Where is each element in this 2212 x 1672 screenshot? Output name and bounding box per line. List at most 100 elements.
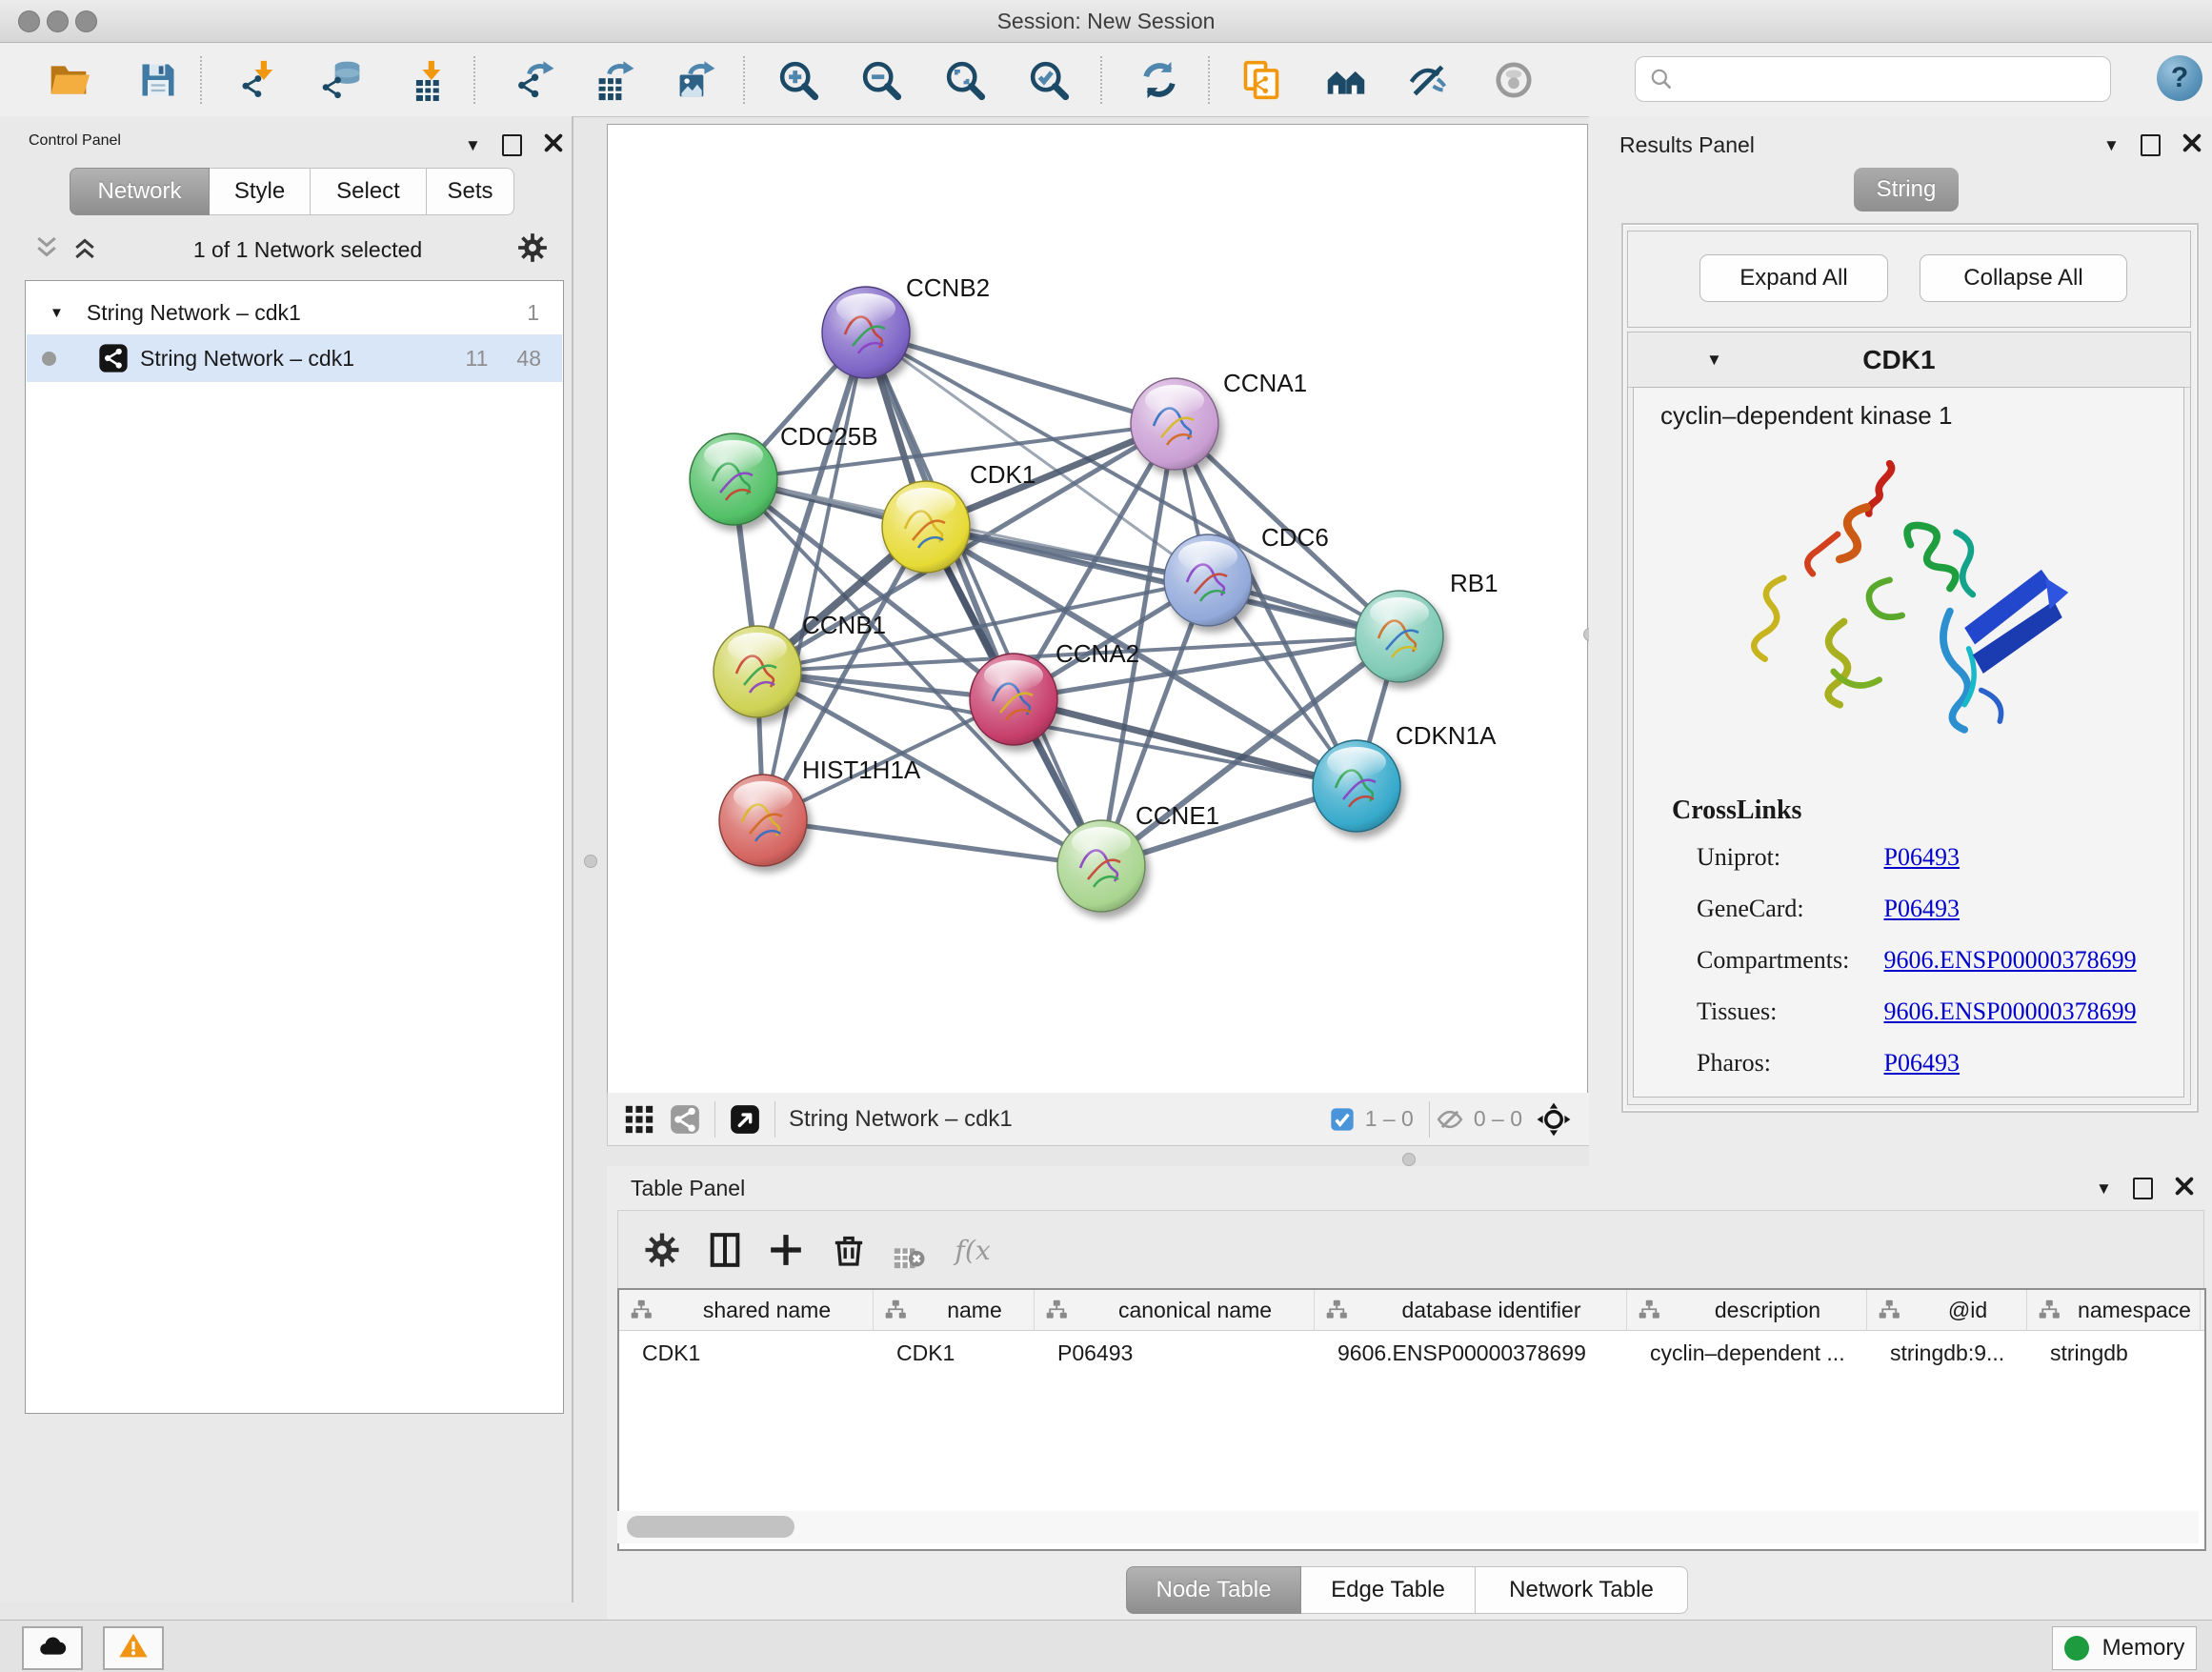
network-node-CCNB2[interactable] — [822, 287, 910, 378]
zoom-in-icon[interactable] — [772, 53, 825, 107]
tab-node-table[interactable]: Node Table — [1126, 1566, 1301, 1614]
column-header-shared-name[interactable]: shared name — [619, 1290, 874, 1330]
network-node-CCNE1[interactable] — [1057, 820, 1145, 912]
tab-select[interactable]: Select — [311, 168, 427, 215]
crosslink-value[interactable]: 9606.ENSP00000378699 — [1884, 946, 2137, 974]
column-header-description[interactable]: description — [1627, 1290, 1867, 1330]
network-share-icon[interactable] — [669, 1103, 701, 1136]
save-session-icon[interactable] — [131, 53, 185, 107]
zoom-out-icon[interactable] — [855, 53, 908, 107]
panel-menu-icon[interactable]: ▼ — [465, 137, 481, 153]
network-node-CDC25B[interactable] — [690, 433, 777, 525]
open-session-icon[interactable] — [42, 53, 95, 107]
tab-style[interactable]: Style — [210, 168, 311, 215]
selected-checkbox-icon[interactable] — [1329, 1106, 1356, 1133]
table-row[interactable]: CDK1CDK1P064939606.ENSP00000378699cyclin… — [619, 1331, 2204, 1375]
node-label-CDC6: CDC6 — [1261, 523, 1329, 552]
tab-edge-table[interactable]: Edge Table — [1301, 1566, 1476, 1614]
refresh-icon[interactable] — [1133, 53, 1186, 107]
zoom-fit-icon[interactable] — [938, 53, 992, 107]
gear-icon[interactable] — [643, 1231, 681, 1269]
crosslink-label: Tissues: — [1697, 997, 1878, 1026]
warning-button[interactable] — [103, 1626, 164, 1670]
birdseye-icon[interactable] — [729, 1103, 761, 1136]
cloud-button[interactable] — [22, 1626, 83, 1670]
crosslink-value[interactable]: P06493 — [1884, 895, 1960, 922]
import-network-icon[interactable] — [231, 53, 285, 107]
column-header--id[interactable]: @id — [1867, 1290, 2027, 1330]
crosslink-value[interactable]: P06493 — [1884, 1049, 1960, 1077]
collapse-all-button[interactable]: Collapse All — [1920, 254, 2127, 302]
import-database-icon[interactable] — [315, 53, 369, 107]
columns-icon[interactable] — [706, 1231, 744, 1269]
crosslink-row: Uniprot: P06493 — [1697, 843, 1960, 872]
table-menu-icon[interactable]: ▼ — [2096, 1180, 2112, 1197]
expand-all-button[interactable]: Expand All — [1699, 254, 1888, 302]
tab-network[interactable]: Network — [70, 168, 210, 215]
results-menu-icon[interactable]: ▼ — [2103, 137, 2120, 153]
memory-button[interactable]: Memory — [2052, 1626, 2197, 1670]
scrollbar-thumb[interactable] — [627, 1516, 794, 1538]
crosslink-value[interactable]: P06493 — [1884, 843, 1960, 871]
clone-network-icon[interactable] — [1235, 53, 1288, 107]
export-image-icon[interactable] — [670, 53, 723, 107]
import-table-icon[interactable] — [399, 53, 452, 107]
grid-view-icon[interactable] — [623, 1103, 655, 1136]
node-label-CDC25B: CDC25B — [780, 422, 878, 451]
expand-up-icon[interactable] — [70, 233, 99, 267]
show-graphics-icon[interactable] — [1487, 53, 1540, 107]
export-table-icon[interactable] — [589, 53, 642, 107]
network-node-CCNA1[interactable] — [1131, 378, 1218, 470]
horizontal-scrollbar[interactable] — [617, 1511, 2199, 1543]
section-caret-icon[interactable]: ▼ — [1706, 352, 1722, 368]
left-splitter-handle[interactable] — [584, 855, 597, 868]
tree-expand-icon[interactable]: ▼ — [50, 305, 64, 321]
network-node-CDK1[interactable] — [882, 481, 970, 573]
tree-root-label: String Network – cdk1 — [87, 300, 527, 326]
protein-section-header[interactable]: ▼ CDK1 — [1628, 332, 2190, 388]
network-node-CDC6[interactable] — [1164, 534, 1252, 626]
network-canvas[interactable]: CCNB2 CCNA1 CDC25B — [607, 124, 1588, 1094]
control-panel-tabs: NetworkStyleSelectSets — [70, 168, 514, 215]
tab-network-table[interactable]: Network Table — [1476, 1566, 1688, 1614]
column-header-name[interactable]: name — [874, 1290, 1035, 1330]
tab-string[interactable]: String — [1854, 168, 1959, 212]
protein-structure-image — [1719, 445, 2091, 793]
network-edge — [763, 820, 1101, 866]
network-node-CDKN1A[interactable] — [1313, 740, 1400, 832]
tree-network-row[interactable]: String Network – cdk1 11 48 — [27, 334, 562, 382]
add-icon[interactable] — [767, 1231, 805, 1269]
network-node-CCNA2[interactable] — [970, 654, 1057, 745]
show-all-networks-icon[interactable] — [1319, 53, 1373, 107]
network-options-gear-icon[interactable] — [516, 232, 549, 269]
network-node-HIST1H1A[interactable] — [719, 775, 807, 866]
bottom-splitter-handle[interactable] — [1402, 1153, 1416, 1166]
collapse-all-icon[interactable] — [32, 233, 61, 267]
column-header-canonical-name[interactable]: canonical name — [1035, 1290, 1315, 1330]
network-node-RB1[interactable] — [1356, 591, 1443, 682]
node-label-CCNE1: CCNE1 — [1136, 801, 1219, 830]
table-float-icon[interactable] — [2133, 1178, 2153, 1199]
network-node-CCNB1[interactable] — [714, 626, 801, 717]
panel-close-icon[interactable] — [543, 132, 564, 158]
delete-icon[interactable] — [830, 1231, 868, 1269]
search-box — [1635, 56, 2111, 102]
fit-content-icon[interactable] — [1536, 1101, 1572, 1138]
results-close-icon[interactable] — [2182, 132, 2202, 158]
column-header-database-identifier[interactable]: database identifier — [1315, 1290, 1627, 1330]
help-icon[interactable]: ? — [2157, 55, 2202, 101]
tree-root-row[interactable]: ▼ String Network – cdk1 1 — [27, 291, 562, 334]
table-close-icon[interactable] — [2174, 1176, 2195, 1201]
export-network-icon[interactable] — [509, 53, 562, 107]
panel-float-icon[interactable] — [502, 134, 522, 156]
search-input[interactable] — [1683, 59, 2110, 99]
tab-sets[interactable]: Sets — [427, 168, 514, 215]
column-header-namespace[interactable]: namespace — [2027, 1290, 2201, 1330]
hide-graphics-icon[interactable] — [1401, 53, 1455, 107]
crosslink-row: Compartments: 9606.ENSP00000378699 — [1697, 946, 2137, 975]
crosslink-value[interactable]: 9606.ENSP00000378699 — [1884, 997, 2137, 1025]
tree-root-count: 1 — [527, 300, 539, 326]
results-float-icon[interactable] — [2141, 134, 2161, 156]
zoom-selected-icon[interactable] — [1022, 53, 1076, 107]
status-bar: Memory — [0, 1620, 2212, 1672]
